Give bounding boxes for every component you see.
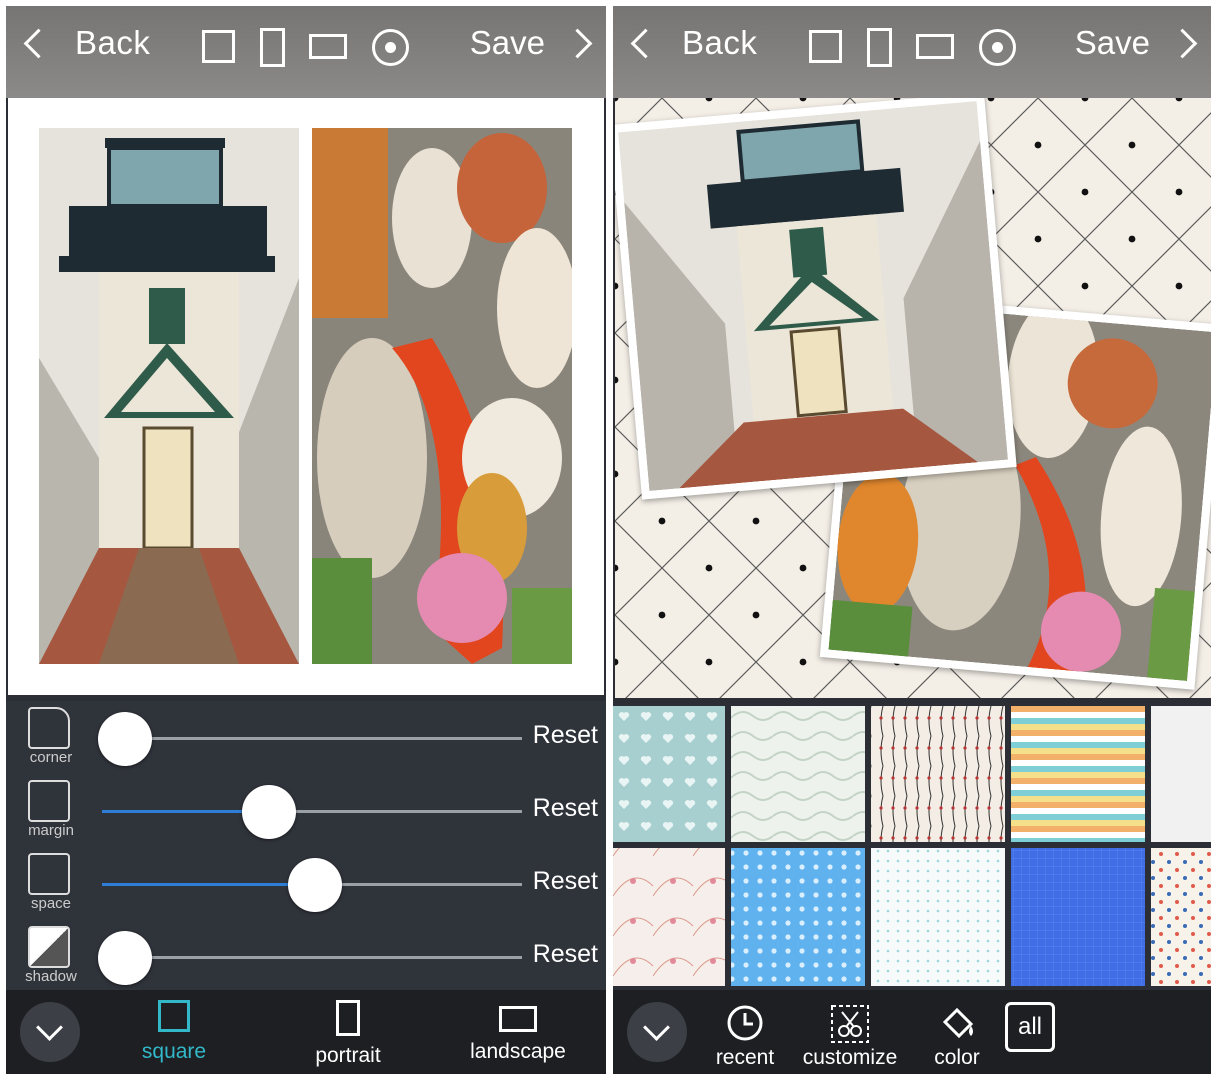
- buoys-illustration: [312, 128, 572, 664]
- back-button[interactable]: Back: [627, 24, 757, 62]
- space-fill: [102, 883, 302, 886]
- collage-layout-screen: Back Save corner Reset margin Reset spac…: [6, 6, 606, 1074]
- collage-background-screen: Back Save recent customize color all: [613, 6, 1211, 1074]
- back-label: Back: [682, 24, 758, 61]
- shadow-control: shadow Reset: [6, 920, 606, 993]
- space-knob[interactable]: [288, 858, 342, 912]
- rotate-icon[interactable]: [979, 29, 1016, 66]
- clock-icon: [727, 1005, 763, 1041]
- portrait-ratio-icon[interactable]: [260, 28, 285, 67]
- chevron-left-icon: [23, 28, 54, 58]
- collapse-chevron-button[interactable]: [20, 1002, 80, 1062]
- space-icon: [28, 853, 70, 895]
- lighthouse-illustration: [617, 100, 1009, 492]
- collage-canvas[interactable]: [615, 98, 1211, 698]
- margin-reset-button[interactable]: Reset: [533, 794, 598, 823]
- shadow-reset-button[interactable]: Reset: [533, 940, 598, 969]
- tab-landscape[interactable]: landscape: [458, 1000, 578, 1064]
- back-button[interactable]: Back: [20, 24, 150, 62]
- corner-icon: [28, 707, 70, 749]
- shadow-icon: [28, 926, 70, 968]
- all-button[interactable]: all: [1005, 1002, 1055, 1052]
- scissors-icon: [831, 1005, 869, 1043]
- space-control: space Reset: [6, 847, 606, 920]
- space-reset-button[interactable]: Reset: [533, 867, 598, 896]
- lighthouse-photo[interactable]: [39, 128, 299, 664]
- recent-button[interactable]: recent: [707, 1004, 783, 1070]
- landscape-icon: [499, 1006, 537, 1032]
- all-label: all: [1017, 1013, 1042, 1040]
- recent-label: recent: [715, 1046, 775, 1069]
- bottom-nav: square portrait landscape: [6, 990, 606, 1074]
- tab-landscape-label: landscape: [470, 1040, 566, 1063]
- top-toolbar: Back Save: [613, 6, 1211, 98]
- color-button[interactable]: color: [919, 1004, 995, 1070]
- shadow-knob[interactable]: [98, 931, 152, 985]
- corner-slider[interactable]: [98, 712, 522, 766]
- color-label: color: [934, 1046, 980, 1069]
- lighthouse-photo-frame[interactable]: [615, 98, 1017, 500]
- portrait-ratio-icon[interactable]: [867, 28, 892, 67]
- corner-reset-button[interactable]: Reset: [533, 721, 598, 750]
- background-pattern-grid: [613, 706, 1211, 986]
- space-label: space: [30, 895, 72, 912]
- adjustment-panel: corner Reset margin Reset space Reset sh…: [6, 701, 606, 991]
- collapse-chevron-button[interactable]: [627, 1002, 687, 1062]
- customize-label: customize: [802, 1046, 898, 1069]
- back-label: Back: [75, 24, 151, 61]
- shadow-slider[interactable]: [98, 931, 522, 985]
- collage-canvas[interactable]: [8, 98, 604, 695]
- corner-label: corner: [29, 749, 73, 766]
- chevron-right-icon: [1167, 28, 1198, 58]
- chevron-left-icon: [630, 28, 661, 58]
- square-ratio-icon[interactable]: [202, 30, 235, 63]
- buoys-photo[interactable]: [312, 128, 572, 664]
- square-icon: [158, 1000, 190, 1032]
- tab-portrait[interactable]: portrait: [298, 1000, 398, 1068]
- tab-square[interactable]: square: [134, 1000, 214, 1064]
- corner-control: corner Reset: [6, 701, 606, 774]
- rotate-icon[interactable]: [372, 29, 409, 66]
- tab-portrait-label: portrait: [315, 1044, 381, 1067]
- square-ratio-icon[interactable]: [809, 30, 842, 63]
- save-button[interactable]: Save: [1075, 24, 1199, 62]
- margin-control: margin Reset: [6, 774, 606, 847]
- top-toolbar: Back Save: [6, 6, 606, 98]
- corner-knob[interactable]: [98, 712, 152, 766]
- margin-label: margin: [28, 822, 74, 839]
- pattern-tiles: [613, 706, 1211, 986]
- landscape-ratio-icon[interactable]: [309, 34, 347, 59]
- save-label: Save: [469, 24, 545, 61]
- lighthouse-photo[interactable]: [617, 100, 1009, 492]
- bottom-nav: recent customize color all: [613, 990, 1211, 1074]
- save-label: Save: [1074, 24, 1150, 61]
- paint-bucket-icon: [942, 1007, 974, 1039]
- margin-knob[interactable]: [242, 785, 296, 839]
- space-slider[interactable]: [102, 858, 522, 912]
- customize-button[interactable]: customize: [795, 1004, 905, 1070]
- margin-icon: [28, 780, 70, 822]
- lighthouse-illustration: [39, 128, 299, 664]
- chevron-right-icon: [562, 28, 593, 58]
- portrait-icon: [336, 1000, 360, 1036]
- landscape-ratio-icon[interactable]: [916, 34, 954, 59]
- shadow-label: shadow: [25, 968, 77, 985]
- margin-fill: [102, 810, 252, 813]
- tab-square-label: square: [141, 1040, 207, 1063]
- save-button[interactable]: Save: [470, 24, 594, 62]
- margin-slider[interactable]: [102, 785, 522, 839]
